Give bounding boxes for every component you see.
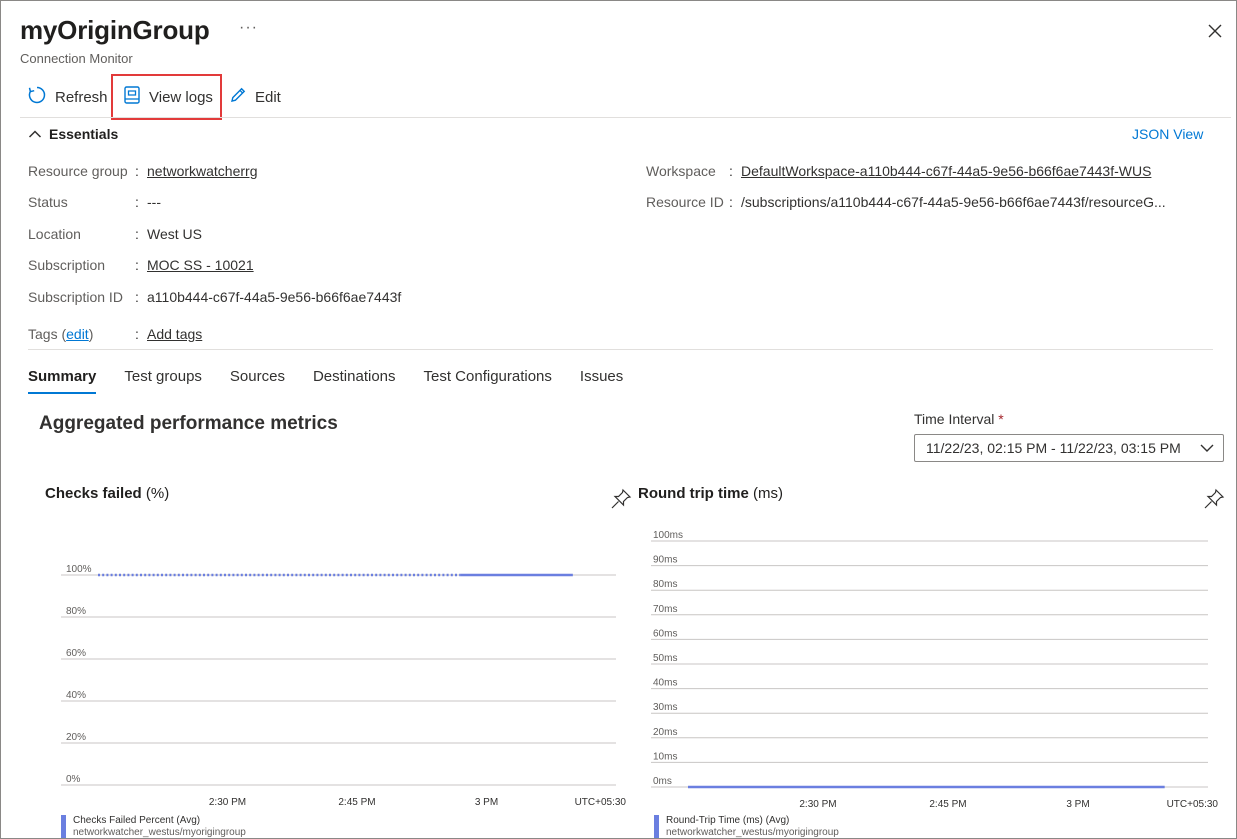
y-tick-label: 20% bbox=[66, 732, 86, 743]
toolbar-divider bbox=[20, 117, 1231, 118]
y-tick-label: 10ms bbox=[653, 751, 677, 762]
prop-value: West US bbox=[147, 226, 202, 242]
view-logs-label: View logs bbox=[149, 88, 213, 106]
tags-edit-link[interactable]: edit bbox=[66, 326, 89, 342]
logs-icon bbox=[123, 85, 141, 109]
prop-resource-id: Resource ID : /subscriptions/a110b444-c6… bbox=[646, 194, 1166, 210]
x-tick-label: 2:45 PM bbox=[338, 797, 375, 808]
x-tick-label: 2:45 PM bbox=[929, 799, 966, 810]
round-trip-chart: 100ms 90ms 80ms 70ms 60ms 50ms 40ms 30ms 20ms 10m… bbox=[651, 530, 1219, 810]
refresh-button[interactable]: Refresh bbox=[27, 81, 108, 113]
time-interval-label: Time Interval * bbox=[914, 411, 1004, 427]
tab-bar: Summary Test groups Sources Destinations… bbox=[28, 368, 651, 394]
prop-subscription: Subscription : MOC SS - 10021 bbox=[28, 257, 254, 273]
y-tick-label: 80% bbox=[66, 606, 86, 617]
pencil-icon bbox=[229, 86, 247, 108]
prop-key: Subscription ID bbox=[28, 289, 123, 305]
prop-location: Location : West US bbox=[28, 226, 202, 242]
refresh-label: Refresh bbox=[55, 88, 108, 106]
tab-test-groups[interactable]: Test groups bbox=[124, 368, 202, 391]
more-options-button[interactable]: ··· bbox=[239, 19, 258, 37]
prop-tags: Tags (edit) : Add tags bbox=[28, 326, 203, 342]
prop-value: a110b444-c67f-44a5-9e56-b66f6ae7443f bbox=[147, 289, 402, 305]
x-tick-label: 3 PM bbox=[475, 797, 498, 808]
y-tick-label: 100% bbox=[66, 564, 92, 575]
y-tick-label: 60ms bbox=[653, 628, 677, 639]
add-tags-link[interactable]: Add tags bbox=[147, 326, 202, 342]
prop-subscription-id: Subscription ID : a110b444-c67f-44a5-9e5… bbox=[28, 289, 402, 305]
timezone-label: UTC+05:30 bbox=[1167, 799, 1219, 810]
x-tick-label: 2:30 PM bbox=[209, 797, 246, 808]
workspace-link[interactable]: DefaultWorkspace-a110b444-c67f-44a5-9e56… bbox=[741, 163, 1151, 179]
page-title: myOriginGroup bbox=[20, 15, 210, 45]
refresh-icon bbox=[27, 85, 47, 109]
x-tick-label: 3 PM bbox=[1066, 799, 1089, 810]
y-tick-label: 0ms bbox=[653, 776, 672, 787]
round-trip-title: Round trip time (ms) bbox=[638, 485, 783, 502]
tab-test-configurations[interactable]: Test Configurations bbox=[424, 368, 552, 391]
y-tick-label: 90ms bbox=[653, 555, 677, 566]
prop-key: Workspace bbox=[646, 163, 716, 179]
y-tick-label: 20ms bbox=[653, 727, 677, 738]
prop-value: --- bbox=[147, 194, 161, 210]
pin-icon[interactable] bbox=[1203, 488, 1225, 515]
x-tick-label: 2:30 PM bbox=[799, 799, 836, 810]
essentials-toggle[interactable]: Essentials bbox=[28, 126, 118, 142]
prop-key: Tags (edit) bbox=[28, 326, 94, 342]
y-tick-label: 80ms bbox=[653, 579, 677, 590]
essentials-heading: Essentials bbox=[49, 126, 119, 142]
y-tick-label: 70ms bbox=[653, 604, 677, 615]
chevron-down-icon bbox=[1199, 440, 1215, 459]
tab-summary[interactable]: Summary bbox=[28, 368, 97, 394]
pin-icon[interactable] bbox=[610, 488, 632, 515]
y-tick-label: 50ms bbox=[653, 653, 677, 664]
checks-failed-legend: Checks Failed Percent (Avg) networkwatch… bbox=[61, 815, 246, 838]
y-tick-label: 30ms bbox=[653, 702, 677, 713]
timezone-label: UTC+05:30 bbox=[575, 797, 626, 808]
y-tick-label: 60% bbox=[66, 648, 86, 659]
prop-key: Resource group bbox=[28, 163, 128, 179]
edit-button[interactable]: Edit bbox=[229, 81, 281, 113]
legend-series-sub: networkwatcher_westus/myorigingroup bbox=[73, 827, 246, 838]
view-logs-button[interactable]: View logs bbox=[111, 74, 222, 120]
prop-key: Resource ID bbox=[646, 194, 724, 210]
tab-destinations[interactable]: Destinations bbox=[313, 368, 396, 391]
legend-series-name: Checks Failed Percent (Avg) bbox=[73, 815, 201, 826]
prop-resource-group: Resource group : networkwatcherrg bbox=[28, 163, 258, 179]
edit-label: Edit bbox=[255, 88, 281, 106]
round-trip-legend: Round-Trip Time (ms) (Avg) networkwatche… bbox=[654, 815, 839, 838]
prop-value: /subscriptions/a110b444-c67f-44a5-9e56-b… bbox=[741, 194, 1166, 210]
close-icon[interactable] bbox=[1204, 20, 1226, 42]
checks-failed-chart: 100% 80% 60% 40% 20% 0% 2:30 PM 2:45 PM 3 PM UTC+… bbox=[61, 564, 626, 808]
legend-swatch bbox=[61, 815, 66, 838]
json-view-link[interactable]: JSON View bbox=[1132, 126, 1203, 142]
essentials-divider bbox=[28, 349, 1213, 350]
connection-monitor-blade: myOriginGroup ··· Connection Monitor Ref… bbox=[0, 0, 1237, 839]
legend-swatch bbox=[654, 815, 659, 838]
legend-series-name: Round-Trip Time (ms) (Avg) bbox=[666, 815, 790, 826]
prop-key: Location bbox=[28, 226, 81, 242]
y-tick-label: 0% bbox=[66, 774, 81, 785]
legend-series-sub: networkwatcher_westus/myorigingroup bbox=[666, 827, 839, 838]
tab-sources[interactable]: Sources bbox=[230, 368, 285, 391]
y-tick-label: 100ms bbox=[653, 530, 683, 541]
chevron-up-icon bbox=[28, 126, 42, 142]
checks-failed-title: Checks failed (%) bbox=[45, 485, 170, 502]
y-tick-label: 40ms bbox=[653, 678, 677, 689]
prop-workspace: Workspace : DefaultWorkspace-a110b444-c6… bbox=[646, 163, 1152, 179]
y-tick-label: 40% bbox=[66, 690, 86, 701]
tab-issues[interactable]: Issues bbox=[580, 368, 623, 391]
time-interval-value: 11/22/23, 02:15 PM - 11/22/23, 03:15 PM bbox=[926, 440, 1181, 456]
resource-group-link[interactable]: networkwatcherrg bbox=[147, 163, 258, 179]
page-subtitle: Connection Monitor bbox=[20, 51, 133, 66]
prop-key: Status bbox=[28, 194, 68, 210]
prop-status: Status : --- bbox=[28, 194, 161, 210]
perf-title: Aggregated performance metrics bbox=[39, 413, 338, 434]
prop-key: Subscription bbox=[28, 257, 106, 273]
subscription-link[interactable]: MOC SS - 10021 bbox=[147, 257, 254, 273]
time-interval-dropdown[interactable]: 11/22/23, 02:15 PM - 11/22/23, 03:15 PM bbox=[914, 434, 1224, 462]
